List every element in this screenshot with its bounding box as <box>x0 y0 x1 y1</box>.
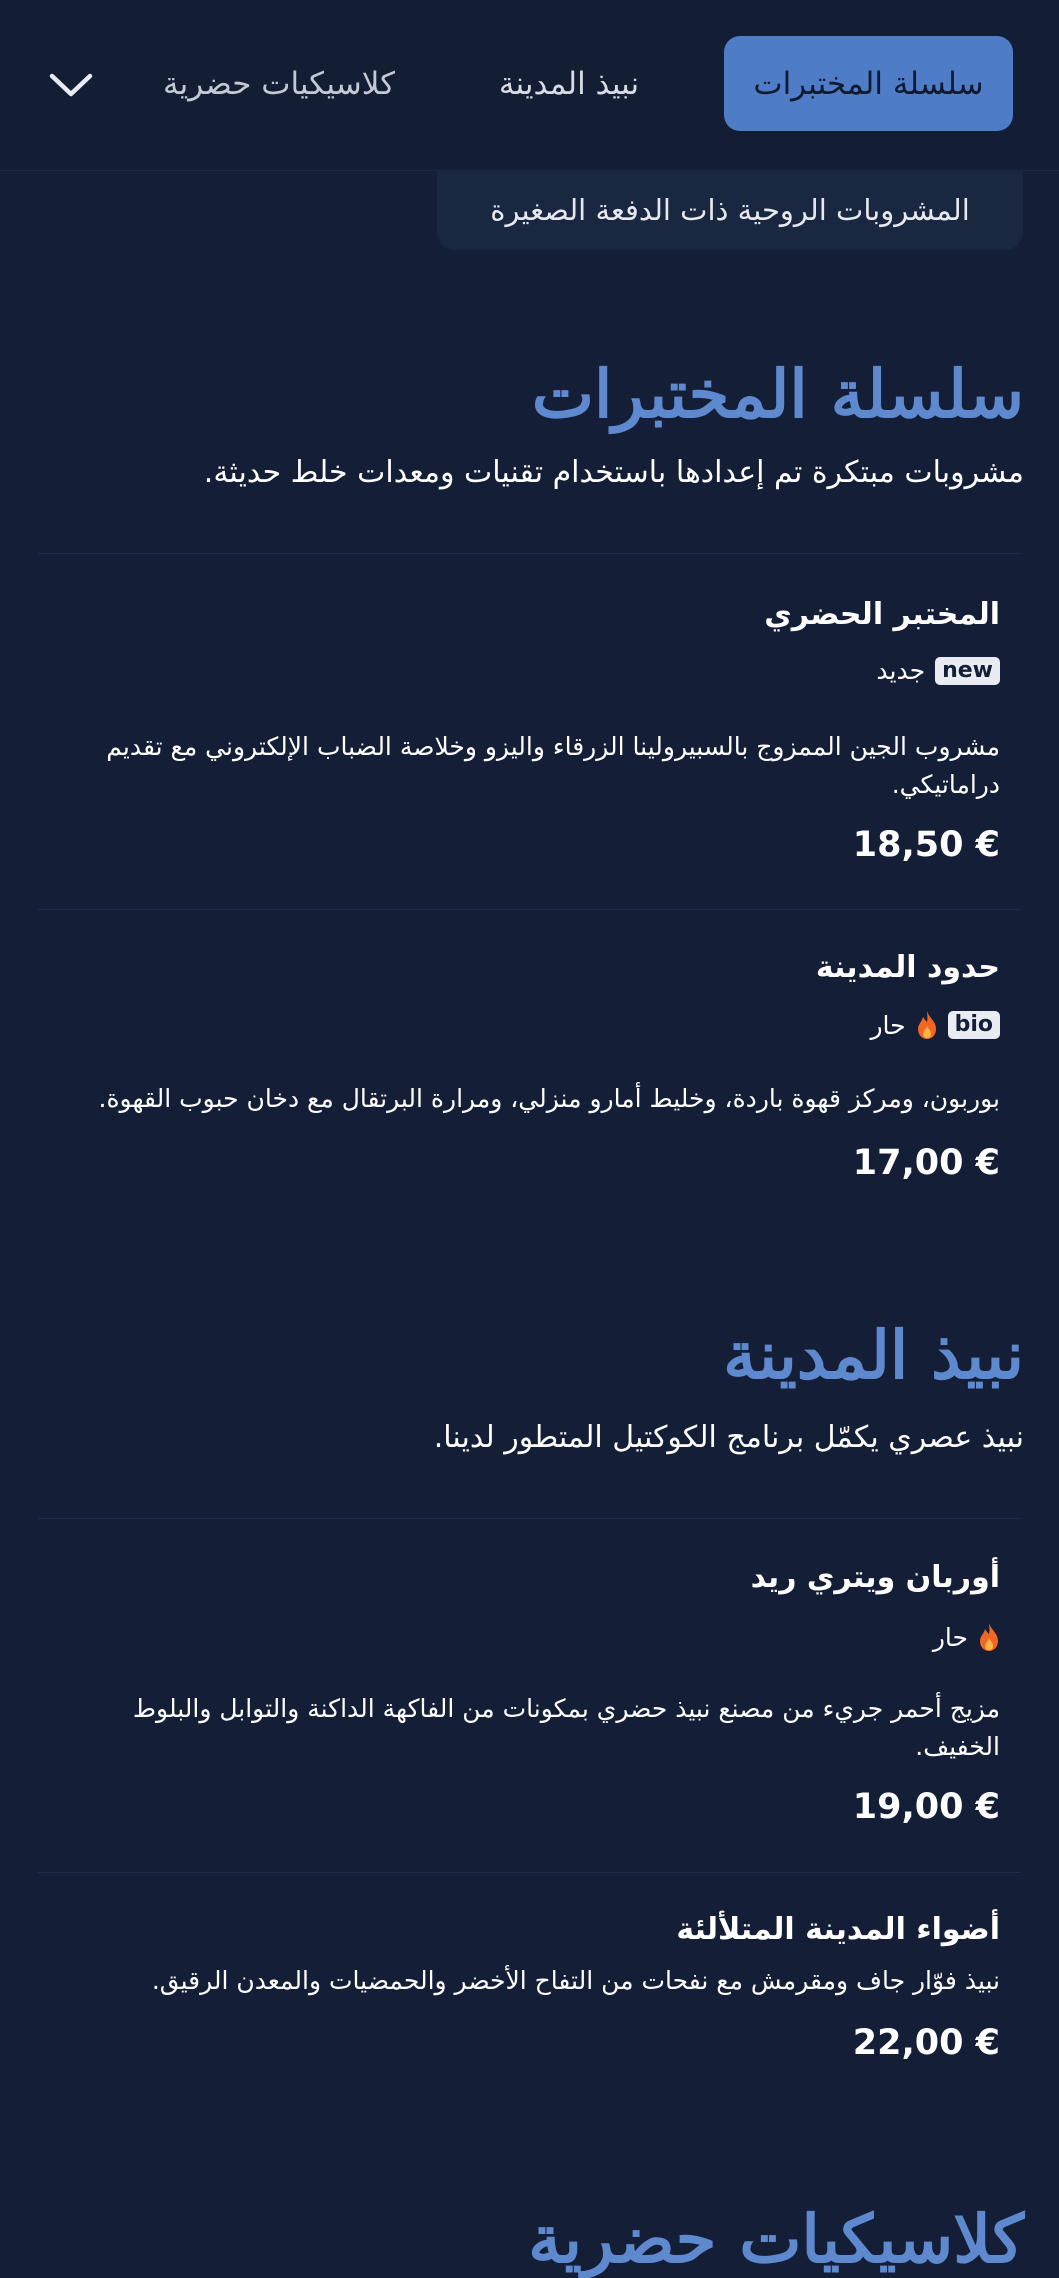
item-description: مزيج أحمر جريء من مصنع نبيذ حضري بمكونات… <box>132 1694 1000 1761</box>
item-description: مشروب الجين الممزوج بالسبيرولينا الزرقاء… <box>106 732 1000 799</box>
tab-city-wines[interactable]: نبيذ المدينة <box>469 36 669 131</box>
flame-icon <box>980 1623 998 1651</box>
item-tags: حار <box>933 1622 1000 1652</box>
item-price: 17,00 € <box>852 1143 1000 1183</box>
item-price: 18,50 € <box>852 825 1000 865</box>
section-title: نبيذ المدينة <box>723 1316 1024 1394</box>
item-name: المختبر الحضري <box>764 597 1000 632</box>
item-price: 19,00 € <box>852 1787 1000 1827</box>
item-tags: bio حار <box>870 1010 1000 1040</box>
item-description: بوربون، ومركز قهوة باردة، وخليط أمارو من… <box>98 1084 1001 1113</box>
tag-label: حار <box>870 1010 906 1040</box>
divider <box>38 1872 1021 1873</box>
divider <box>38 909 1021 910</box>
item-name: حدود المدينة <box>815 950 1000 985</box>
tab-lab-series[interactable]: سلسلة المختبرات <box>724 36 1013 131</box>
divider <box>38 553 1021 554</box>
subcategory-small-batch-spirits[interactable]: المشروبات الروحية ذات الدفعة الصغيرة <box>437 170 1023 250</box>
tag-label: جديد <box>876 656 926 685</box>
flame-icon <box>917 1011 936 1039</box>
chevron-down-icon[interactable] <box>42 60 100 110</box>
item-price: 22,00 € <box>852 2023 1000 2063</box>
section-description: نبيذ عصري يكمّل برنامج الكوكتيل المتطور … <box>433 1420 1024 1455</box>
item-tags: new جديد <box>876 656 1000 685</box>
category-nav: سلسلة المختبرات نبيذ المدينة كلاسيكيات ح… <box>0 0 1059 171</box>
section-description: مشروبات مبتكرة تم إعدادها باستخدام تقنيا… <box>203 455 1024 490</box>
tag-label: حار <box>932 1622 968 1652</box>
divider <box>38 1518 1021 1519</box>
bio-badge: bio <box>947 1011 1000 1039</box>
section-title: سلسلة المختبرات <box>531 355 1024 433</box>
tab-urban-classics[interactable]: كلاسيكيات حضرية <box>129 36 429 131</box>
new-badge: new <box>935 656 1000 685</box>
item-description: نبيذ فوّار جاف ومقرمش مع نفحات من التفاح… <box>151 1966 1000 1995</box>
item-name: أضواء المدينة المتلألئة <box>676 1912 1000 1947</box>
item-name: أوربان ويتري ريد <box>750 1560 1000 1595</box>
section-title: كلاسيكيات حضرية <box>528 2200 1024 2278</box>
